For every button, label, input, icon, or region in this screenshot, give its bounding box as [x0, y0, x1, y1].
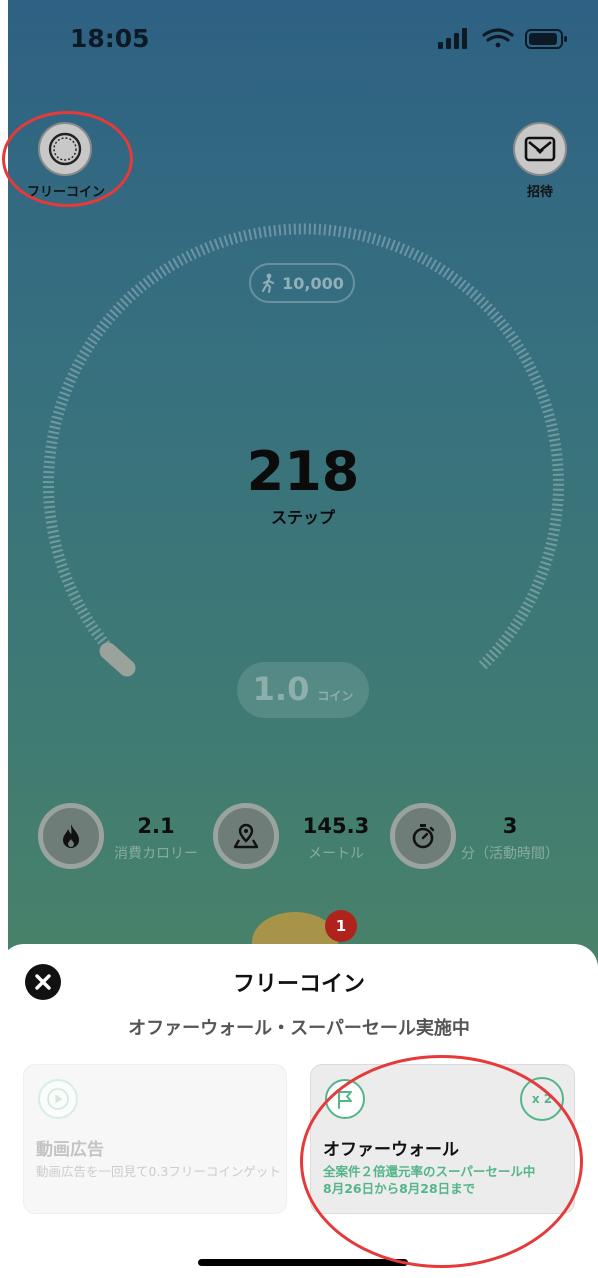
step-goal-pill: 10,000	[249, 263, 355, 303]
calorie-label: 消費カロリー	[114, 846, 198, 862]
time-label: 分（活動時間）	[461, 846, 559, 862]
flame-icon	[63, 824, 79, 848]
free-coin-sheet: フリーコイン オファーウォール・スーパーセール実施中 動画広告 動画広告を一回見…	[0, 944, 598, 1278]
wifi-icon	[482, 28, 514, 48]
step-count-unit: ステップ	[270, 508, 335, 527]
coin-icon	[48, 132, 82, 166]
free-coin-button[interactable]	[38, 122, 92, 176]
distance-stat-icon	[213, 803, 279, 869]
map-pin-icon	[233, 823, 259, 849]
multiplier-badge: x 2	[520, 1077, 564, 1121]
walking-icon	[262, 273, 275, 293]
status-icons	[438, 28, 567, 49]
coin-earned-value: 1.0	[252, 670, 310, 708]
video-ad-icon-wrap	[38, 1079, 78, 1119]
video-ad-card[interactable]: 動画広告 動画広告を一回見て0.3フリーコインゲット	[23, 1064, 287, 1214]
distance-label: メートル	[308, 846, 364, 862]
battery-icon	[525, 29, 567, 49]
sheet-title: フリーコイン	[232, 972, 365, 997]
stopwatch-icon	[412, 824, 435, 849]
video-ad-title: 動画広告	[36, 1140, 104, 1160]
invite-button[interactable]	[513, 122, 567, 176]
offerwall-title: オファーウォール	[323, 1140, 459, 1160]
status-time: 18:05	[70, 24, 150, 53]
free-coin-label: フリーコイン	[26, 185, 105, 200]
offerwall-card[interactable]: x 2 オファーウォール 全案件２倍還元率のスーパーセール中 8月26日から8月…	[310, 1064, 575, 1214]
notification-badge: 1	[325, 910, 357, 942]
calorie-stat-icon	[38, 803, 104, 869]
play-icon	[47, 1088, 69, 1110]
calorie-value: 2.1	[137, 814, 175, 838]
offerwall-desc-line1: 全案件２倍還元率のスーパーセール中	[323, 1164, 536, 1179]
offerwall-desc-line2: 8月26日から8月28日まで	[323, 1181, 476, 1196]
home-indicator[interactable]	[198, 1259, 408, 1266]
offerwall-icon-wrap	[325, 1079, 365, 1119]
coin-earned-unit: コイン	[317, 689, 354, 703]
gauge-progress	[99, 642, 136, 677]
time-stat-icon	[390, 803, 456, 869]
signal-icon	[438, 28, 467, 49]
envelope-icon	[524, 136, 556, 162]
coin-earned-pill[interactable]: 1.0 コイン	[237, 662, 369, 718]
invite-label: 招待	[526, 185, 553, 200]
flag-icon	[338, 1090, 352, 1109]
video-ad-desc: 動画広告を一回見て0.3フリーコインゲット	[36, 1164, 281, 1179]
step-goal-value: 10,000	[282, 273, 344, 293]
time-value: 3	[502, 814, 518, 838]
sheet-subtitle: オファーウォール・スーパーセール実施中	[128, 1018, 470, 1039]
step-count: 218	[246, 440, 360, 503]
offerwall-desc: 全案件２倍還元率のスーパーセール中 8月26日から8月28日まで	[323, 1163, 568, 1197]
distance-value: 145.3	[302, 814, 370, 838]
